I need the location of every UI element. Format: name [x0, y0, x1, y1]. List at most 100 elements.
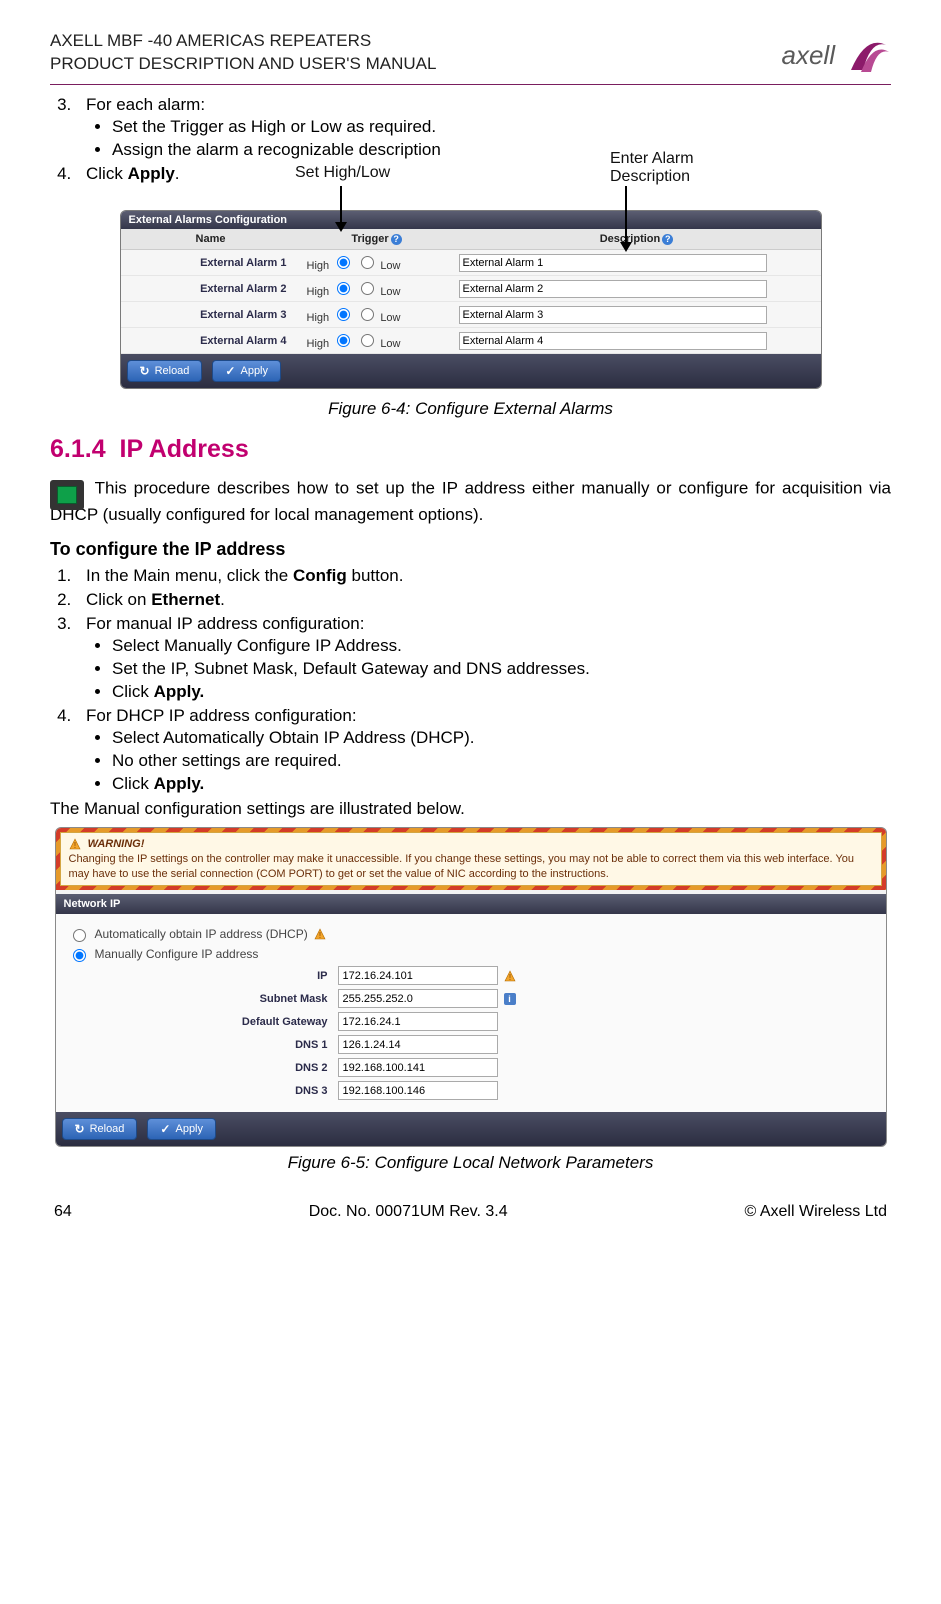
proc-step-1: In the Main menu, click the Config butto…	[76, 566, 891, 586]
copyright: © Axell Wireless Ltd	[744, 1203, 887, 1221]
procedure-list: In the Main menu, click the Config butto…	[50, 566, 891, 794]
check-icon: ✓	[160, 1122, 170, 1136]
mask-input[interactable]	[338, 989, 498, 1008]
radio-high[interactable]	[337, 282, 350, 295]
dns3-input[interactable]	[338, 1081, 498, 1100]
proc-step-2: Click on Ethernet.	[76, 590, 891, 610]
reload-button[interactable]: ↻Reload	[62, 1118, 138, 1140]
figure-caption-2: Figure 6-5: Configure Local Network Para…	[50, 1153, 891, 1173]
arrow-right-icon	[620, 186, 632, 252]
reload-label: Reload	[155, 365, 190, 377]
reload-icon: ↻	[140, 364, 150, 378]
help-icon[interactable]: ?	[391, 234, 402, 245]
radio-high[interactable]	[337, 308, 350, 321]
radio-low[interactable]	[361, 282, 374, 295]
s3-bullet1: Select Manually Configure IP Address.	[112, 636, 891, 656]
dns2-label: DNS 2	[68, 1062, 338, 1074]
desc-input[interactable]	[459, 254, 767, 272]
section-title: IP Address	[120, 435, 249, 463]
dns1-label: DNS 1	[68, 1039, 338, 1051]
step3-intro: For each alarm:	[86, 95, 205, 114]
table-row: External Alarm 4 High Low	[121, 328, 821, 354]
ip-input[interactable]	[338, 966, 498, 985]
section-heading: 6.1.4 IP Address	[50, 435, 891, 464]
dhcp-option-row: Automatically obtain IP address (DHCP) !	[68, 926, 874, 942]
radio-low[interactable]	[361, 334, 374, 347]
radio-low[interactable]	[361, 308, 374, 321]
anno-set-high-low: Set High/Low	[295, 164, 390, 182]
header-line1: AXELL MBF -40 AMERICAS REPEATERS	[50, 30, 436, 53]
s3-bullet3: Click Apply.	[112, 682, 891, 702]
figure-annotations: Set High/Low Enter Alarm Description	[50, 162, 891, 210]
label-high: High	[307, 286, 330, 298]
proc-step-4: For DHCP IP address configuration: Selec…	[76, 706, 891, 794]
th-trigger: Trigger?	[301, 229, 453, 250]
trigger-cell: High Low	[301, 302, 453, 328]
network-ip-panel: ! WARNING! Changing the IP settings on t…	[55, 827, 887, 1148]
anno-right-l2: Description	[610, 168, 690, 185]
svg-text:!: !	[319, 931, 321, 940]
label-high: High	[307, 260, 330, 272]
dns2-row: DNS 2	[68, 1058, 874, 1077]
gateway-row: Default Gateway	[68, 1012, 874, 1031]
arrow-left-icon	[335, 186, 347, 232]
label-high: High	[307, 312, 330, 324]
alarm-name: External Alarm 1	[121, 250, 301, 276]
desc-input[interactable]	[459, 306, 767, 324]
s4-bullet3: Click Apply.	[112, 774, 891, 794]
dns1-input[interactable]	[338, 1035, 498, 1054]
label-high: High	[307, 338, 330, 350]
subheading: To configure the IP address	[50, 539, 891, 560]
dns3-row: DNS 3	[68, 1081, 874, 1100]
trigger-cell: High Low	[301, 250, 453, 276]
warning-banner: ! WARNING! Changing the IP settings on t…	[56, 828, 886, 891]
dns2-input[interactable]	[338, 1058, 498, 1077]
section-number: 6.1.4	[50, 435, 106, 463]
mask-row: Subnet Mask i	[68, 989, 874, 1008]
dns3-label: DNS 3	[68, 1085, 338, 1097]
warning-icon: !	[314, 928, 326, 940]
label-low: Low	[380, 338, 400, 350]
label-low: Low	[380, 312, 400, 324]
desc-input[interactable]	[459, 332, 767, 350]
warning-icon: !	[504, 970, 516, 982]
ethernet-port-icon	[50, 480, 84, 510]
info-icon[interactable]: i	[504, 993, 516, 1005]
section-intro-text: This procedure describes how to set up t…	[50, 478, 891, 524]
step3-bullet2: Assign the alarm a recognizable descript…	[112, 140, 891, 160]
radio-high[interactable]	[337, 334, 350, 347]
logo: axell	[782, 30, 891, 80]
external-alarms-table: Name Trigger? Description? External Alar…	[121, 229, 821, 354]
radio-high[interactable]	[337, 256, 350, 269]
check-icon: ✓	[225, 364, 235, 378]
help-icon[interactable]: ?	[662, 234, 673, 245]
mask-label: Subnet Mask	[68, 993, 338, 1005]
page-footer: 64 Doc. No. 00071UM Rev. 3.4 © Axell Wir…	[50, 1203, 891, 1221]
panel-buttons: ↻ Reload ✓ Apply	[121, 354, 821, 388]
alarm-name: External Alarm 2	[121, 276, 301, 302]
alarm-name: External Alarm 3	[121, 302, 301, 328]
reload-button[interactable]: ↻ Reload	[127, 360, 203, 382]
warning-title: WARNING!	[88, 838, 145, 850]
radio-manual[interactable]	[73, 949, 86, 962]
manual-option-row: Manually Configure IP address	[68, 946, 874, 962]
header-line2: PRODUCT DESCRIPTION AND USER'S MANUAL	[50, 53, 436, 76]
table-row: External Alarm 2 High Low	[121, 276, 821, 302]
anno-right-l1: Enter Alarm	[610, 150, 694, 167]
apply-button[interactable]: ✓Apply	[147, 1118, 216, 1140]
svg-text:!: !	[508, 973, 510, 982]
apply-label: Apply	[240, 365, 268, 377]
warning-body: Changing the IP settings on the controll…	[69, 853, 855, 880]
external-alarms-panel: External Alarms Configuration Name Trigg…	[120, 210, 822, 389]
radio-dhcp[interactable]	[73, 929, 86, 942]
figure-caption-1: Figure 6-4: Configure External Alarms	[50, 399, 891, 419]
page-header: AXELL MBF -40 AMERICAS REPEATERS PRODUCT…	[50, 30, 891, 85]
desc-input[interactable]	[459, 280, 767, 298]
gateway-input[interactable]	[338, 1012, 498, 1031]
reload-label: Reload	[90, 1123, 125, 1135]
radio-low[interactable]	[361, 256, 374, 269]
gateway-label: Default Gateway	[68, 1016, 338, 1028]
section-intro: This procedure describes how to set up t…	[50, 474, 891, 527]
panel-title: External Alarms Configuration	[121, 211, 821, 229]
apply-button[interactable]: ✓ Apply	[212, 360, 281, 382]
